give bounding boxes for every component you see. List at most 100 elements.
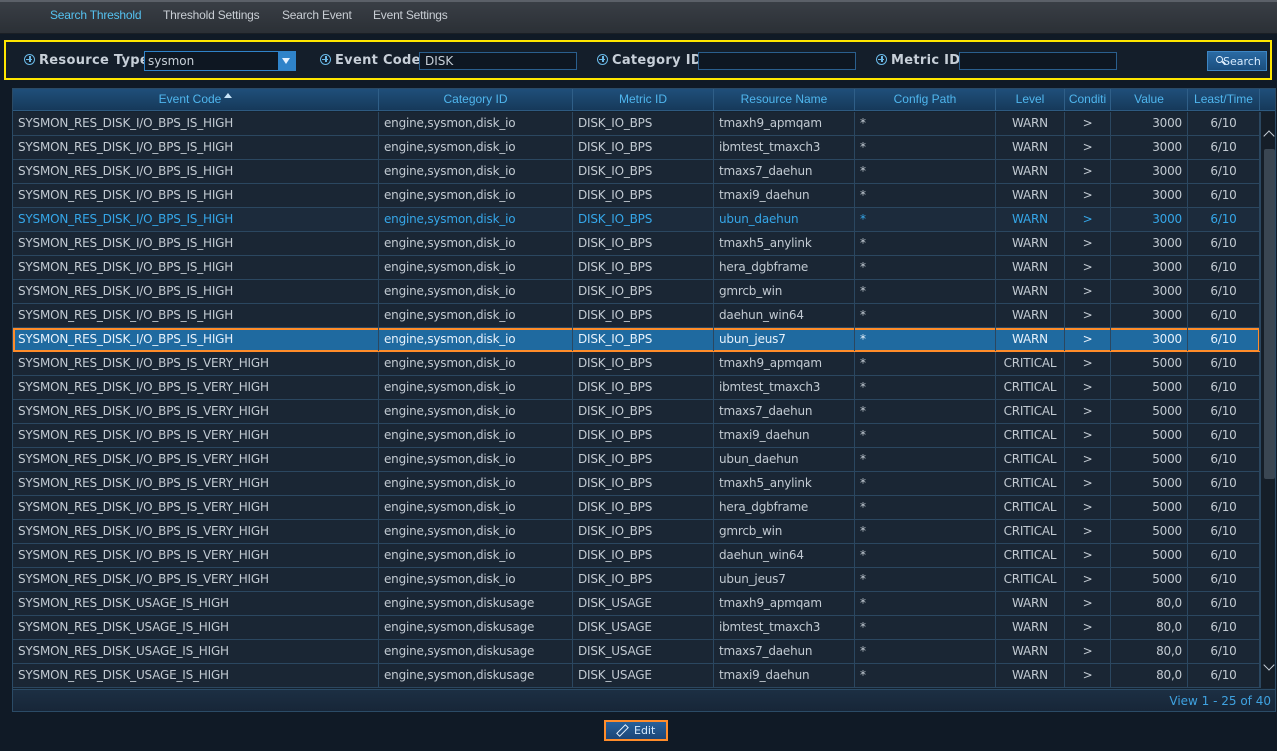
cell-least-time: 6/10	[1188, 304, 1260, 327]
cell-level: CRITICAL	[996, 544, 1065, 567]
table-row[interactable]: SYSMON_RES_DISK_I/O_BPS_IS_HIGH engine,sy…	[13, 160, 1260, 184]
table-row[interactable]: SYSMON_RES_DISK_I/O_BPS_IS_HIGH engine,sy…	[13, 232, 1260, 256]
cell-least-time: 6/10	[1188, 496, 1260, 519]
table-row[interactable]: SYSMON_RES_DISK_I/O_BPS_IS_HIGH engine,sy…	[13, 280, 1260, 304]
table-row[interactable]: SYSMON_RES_DISK_I/O_BPS_IS_VERY_HIGH engi…	[13, 424, 1260, 448]
table-row[interactable]: SYSMON_RES_DISK_USAGE_IS_HIGH engine,sysm…	[13, 616, 1260, 640]
cell-event-code: SYSMON_RES_DISK_USAGE_IS_HIGH	[13, 664, 379, 687]
cell-least-time: 6/10	[1188, 232, 1260, 255]
column-header-resource-name[interactable]: Resource Name	[714, 89, 855, 111]
cell-event-code: SYSMON_RES_DISK_I/O_BPS_IS_VERY_HIGH	[13, 520, 379, 543]
scroll-down-icon[interactable]	[1263, 661, 1274, 673]
table-row[interactable]: SYSMON_RES_DISK_I/O_BPS_IS_HIGH engine,sy…	[13, 136, 1260, 160]
cell-value: 5000	[1111, 520, 1188, 543]
scroll-up-icon[interactable]	[1263, 128, 1274, 140]
cell-least-time: 6/10	[1188, 616, 1260, 639]
column-header-config-path[interactable]: Config Path	[855, 89, 996, 111]
search-icon	[1216, 56, 1223, 63]
table-row[interactable]: SYSMON_RES_DISK_I/O_BPS_IS_HIGH engine,sy…	[13, 208, 1260, 232]
cell-metric-id: DISK_IO_BPS	[573, 328, 714, 351]
column-header-metric-id[interactable]: Metric ID	[573, 89, 714, 111]
scrollbar-thumb[interactable]	[1264, 149, 1275, 479]
table-row[interactable]: SYSMON_RES_DISK_I/O_BPS_IS_HIGH engine,sy…	[13, 304, 1260, 328]
cell-condition: >	[1065, 136, 1111, 159]
cell-level: WARN	[996, 664, 1065, 687]
cell-level: WARN	[996, 304, 1065, 327]
cell-config-path: *	[855, 208, 996, 231]
dropdown-arrow-icon[interactable]	[278, 52, 295, 70]
cell-event-code: SYSMON_RES_DISK_USAGE_IS_HIGH	[13, 640, 379, 663]
tab-search-threshold[interactable]: Search Threshold	[50, 8, 142, 22]
cell-condition: >	[1065, 496, 1111, 519]
cell-metric-id: DISK_IO_BPS	[573, 544, 714, 567]
event-code-input[interactable]: DISK	[419, 52, 577, 70]
grid-body: SYSMON_RES_DISK_I/O_BPS_IS_HIGH engine,sy…	[13, 112, 1260, 688]
table-row[interactable]: SYSMON_RES_DISK_I/O_BPS_IS_VERY_HIGH engi…	[13, 544, 1260, 568]
table-row[interactable]: SYSMON_RES_DISK_I/O_BPS_IS_VERY_HIGH engi…	[13, 376, 1260, 400]
vertical-scrollbar[interactable]	[1260, 112, 1275, 688]
table-row[interactable]: SYSMON_RES_DISK_USAGE_IS_HIGH engine,sysm…	[13, 640, 1260, 664]
cell-category-id: engine,sysmon,disk_io	[379, 568, 573, 591]
cell-event-code: SYSMON_RES_DISK_I/O_BPS_IS_HIGH	[13, 112, 379, 135]
column-header-category-id[interactable]: Category ID	[379, 89, 573, 111]
cell-category-id: engine,sysmon,disk_io	[379, 424, 573, 447]
table-row[interactable]: SYSMON_RES_DISK_I/O_BPS_IS_HIGH engine,sy…	[13, 112, 1260, 136]
cell-config-path: *	[855, 184, 996, 207]
cell-category-id: engine,sysmon,disk_io	[379, 208, 573, 231]
cell-condition: >	[1065, 352, 1111, 375]
tab-event-settings[interactable]: Event Settings	[373, 8, 448, 22]
cell-category-id: engine,sysmon,disk_io	[379, 376, 573, 399]
category-id-input[interactable]	[698, 52, 856, 70]
column-header-event-code[interactable]: Event Code	[13, 89, 379, 111]
table-row[interactable]: SYSMON_RES_DISK_USAGE_IS_HIGH engine,sysm…	[13, 592, 1260, 616]
cell-value: 3000	[1111, 208, 1188, 231]
cell-metric-id: DISK_IO_BPS	[573, 496, 714, 519]
column-header-condition[interactable]: Conditi	[1065, 89, 1111, 111]
table-row[interactable]: SYSMON_RES_DISK_USAGE_IS_HIGH engine,sysm…	[13, 664, 1260, 688]
cell-least-time: 6/10	[1188, 280, 1260, 303]
table-row[interactable]: SYSMON_RES_DISK_I/O_BPS_IS_VERY_HIGH engi…	[13, 568, 1260, 592]
cell-config-path: *	[855, 376, 996, 399]
edit-button[interactable]: Edit	[604, 720, 668, 741]
cell-value: 3000	[1111, 136, 1188, 159]
tab-search-event[interactable]: Search Event	[282, 8, 352, 22]
resource-type-select[interactable]: sysmon	[144, 51, 296, 71]
cell-resource-name: gmrcb_win	[714, 520, 855, 543]
table-row[interactable]: SYSMON_RES_DISK_I/O_BPS_IS_HIGH engine,sy…	[13, 256, 1260, 280]
cell-condition: >	[1065, 376, 1111, 399]
column-header-value[interactable]: Value	[1111, 89, 1188, 111]
event-code-label: Event Code	[320, 53, 421, 68]
cell-least-time: 6/10	[1188, 184, 1260, 207]
cell-condition: >	[1065, 640, 1111, 663]
column-header-least-time[interactable]: Least/Time	[1188, 89, 1260, 111]
tab-threshold-settings[interactable]: Threshold Settings	[163, 8, 260, 22]
cell-level: WARN	[996, 616, 1065, 639]
cell-event-code: SYSMON_RES_DISK_I/O_BPS_IS_HIGH	[13, 304, 379, 327]
table-row[interactable]: SYSMON_RES_DISK_I/O_BPS_IS_HIGH engine,sy…	[13, 184, 1260, 208]
table-row[interactable]: SYSMON_RES_DISK_I/O_BPS_IS_VERY_HIGH engi…	[13, 400, 1260, 424]
cell-least-time: 6/10	[1188, 448, 1260, 471]
cell-resource-name: ubun_daehun	[714, 208, 855, 231]
metric-id-input[interactable]	[959, 52, 1117, 70]
table-row[interactable]: SYSMON_RES_DISK_I/O_BPS_IS_VERY_HIGH engi…	[13, 472, 1260, 496]
table-row[interactable]: SYSMON_RES_DISK_I/O_BPS_IS_VERY_HIGH engi…	[13, 520, 1260, 544]
cell-resource-name: ubun_jeus7	[714, 328, 855, 351]
cell-resource-name: hera_dgbframe	[714, 496, 855, 519]
cell-metric-id: DISK_IO_BPS	[573, 520, 714, 543]
cell-condition: >	[1065, 256, 1111, 279]
cell-metric-id: DISK_IO_BPS	[573, 232, 714, 255]
cell-resource-name: tmaxh9_apmqam	[714, 112, 855, 135]
cell-resource-name: tmaxi9_daehun	[714, 424, 855, 447]
table-row[interactable]: SYSMON_RES_DISK_I/O_BPS_IS_VERY_HIGH engi…	[13, 496, 1260, 520]
cell-level: CRITICAL	[996, 496, 1065, 519]
cell-level: WARN	[996, 280, 1065, 303]
cell-category-id: engine,sysmon,disk_io	[379, 328, 573, 351]
cell-resource-name: tmaxh5_anylink	[714, 232, 855, 255]
table-row[interactable]: SYSMON_RES_DISK_I/O_BPS_IS_VERY_HIGH engi…	[13, 352, 1260, 376]
table-row[interactable]: SYSMON_RES_DISK_I/O_BPS_IS_VERY_HIGH engi…	[13, 448, 1260, 472]
column-header-level[interactable]: Level	[996, 89, 1065, 111]
search-button[interactable]: Search	[1207, 51, 1267, 71]
table-row[interactable]: SYSMON_RES_DISK_I/O_BPS_IS_HIGH engine,sy…	[13, 328, 1260, 352]
cell-config-path: *	[855, 352, 996, 375]
cell-condition: >	[1065, 568, 1111, 591]
